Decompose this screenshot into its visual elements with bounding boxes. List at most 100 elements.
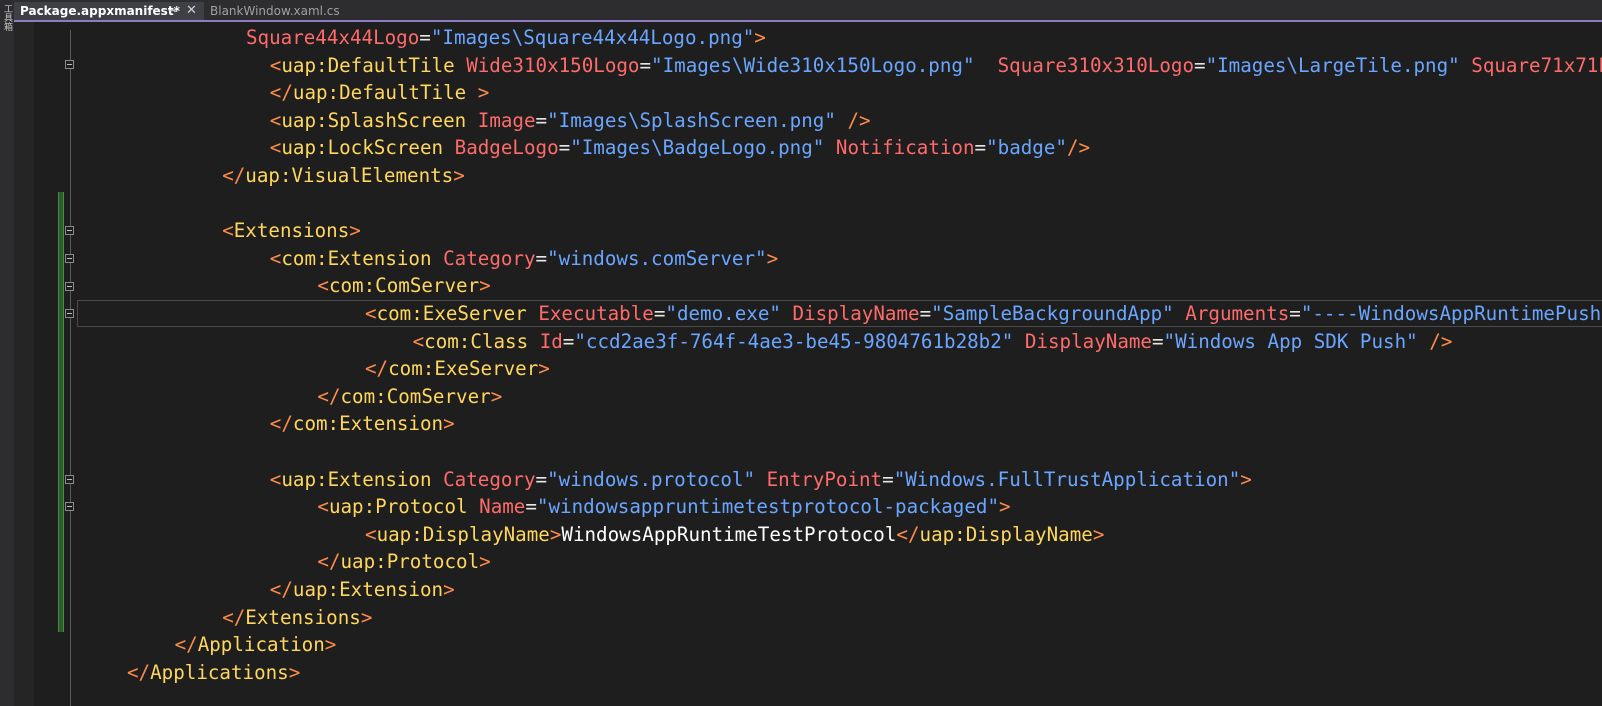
code-line[interactable]: </Extensions> — [222, 604, 372, 632]
xml-punctuation: = — [525, 495, 537, 519]
code-line[interactable]: </uap:DefaultTile > — [270, 79, 490, 107]
code-line[interactable]: </com:ExeServer> — [365, 355, 550, 383]
xml-tag-name: uap:SplashScreen — [281, 108, 467, 132]
xml-bracket: </ — [222, 605, 246, 629]
xml-attribute-value: "windows.protocol" — [547, 467, 756, 491]
code-line[interactable]: <com:Class Id="ccd2ae3f-764f-4ae3-be45-9… — [413, 328, 1453, 356]
xml-attribute-value: "badge" — [986, 136, 1067, 160]
xml-attribute-value: "windows.comServer" — [547, 246, 767, 270]
tab-label: BlankWindow.xaml.cs — [210, 4, 340, 18]
code-line[interactable]: <uap:LockScreen BadgeLogo="Images\BadgeL… — [270, 134, 1090, 162]
close-icon[interactable]: ✕ — [186, 2, 197, 20]
xml-bracket: > — [443, 578, 455, 601]
xml-punctuation — [455, 54, 467, 77]
xml-bracket: </ — [317, 550, 341, 574]
change-tracking-bar — [58, 192, 64, 632]
toolbox-label: 工具箱 — [2, 4, 12, 31]
xml-punctuation — [527, 302, 539, 325]
xml-tag-name: com:ComServer — [340, 384, 491, 408]
collapse-icon[interactable] — [65, 282, 74, 291]
xml-tag-name: Extensions — [245, 605, 361, 629]
code-line[interactable]: <Extensions> — [222, 217, 361, 245]
xml-bracket: /> — [1066, 136, 1091, 160]
xml-bracket: > — [324, 633, 337, 657]
xml-bracket: > — [477, 81, 490, 105]
xml-tag-name: uap:DisplayName — [919, 522, 1093, 546]
xml-bracket: > — [490, 384, 503, 408]
xml-tag-name: uap:Extension — [292, 578, 444, 601]
xml-tag-name: com:ComServer — [328, 274, 480, 298]
code-line[interactable]: <uap:Protocol Name="windowsappruntimetes… — [317, 493, 1010, 521]
code-line[interactable]: <com:Extension Category="windows.comServ… — [270, 245, 778, 273]
xml-bracket: < — [269, 136, 282, 160]
code-line[interactable]: <uap:SplashScreen Image="Images\SplashSc… — [270, 107, 871, 135]
code-line[interactable]: </com:ComServer> — [317, 383, 502, 411]
xml-punctuation: = — [1289, 302, 1301, 325]
xml-attribute-name: Category — [443, 467, 536, 491]
xml-attribute-name: Executable — [538, 302, 654, 325]
xml-punctuation: = — [653, 302, 666, 325]
xml-attribute-name: Notification — [835, 136, 975, 160]
code-line[interactable]: <uap:DisplayName>WindowsAppRuntimeTestPr… — [365, 521, 1104, 549]
collapse-icon[interactable] — [65, 60, 74, 69]
xml-bracket: < — [365, 302, 377, 325]
code-line[interactable]: <uap:Extension Category="windows.protoco… — [270, 466, 1252, 494]
xml-punctuation — [466, 81, 478, 104]
code-editor[interactable]: Square44x44Logo="Images\Square44x44Logo.… — [14, 22, 1602, 706]
collapse-icon[interactable] — [65, 309, 74, 318]
xml-punctuation: = — [1151, 329, 1164, 353]
toolbox-strip[interactable]: 工具箱 — [0, 0, 15, 706]
code-line[interactable]: </Applications> — [127, 659, 300, 687]
xml-bracket: > — [479, 274, 491, 298]
collapse-icon[interactable] — [65, 254, 74, 263]
xml-attribute-name: EntryPoint — [766, 467, 883, 491]
xml-punctuation: = — [558, 136, 571, 160]
xml-bracket: > — [754, 26, 766, 49]
xml-attribute-name: DisplayName — [1024, 329, 1152, 353]
xml-attribute-value: "Images\LargeTile.png" — [1205, 53, 1460, 77]
collapse-icon[interactable] — [65, 226, 74, 235]
code-line[interactable]: <uap:DefaultTile Wide310x150Logo="Images… — [270, 52, 1602, 80]
xml-tag-name: uap:VisualElements — [245, 164, 454, 187]
xml-attribute-name: Id — [539, 329, 563, 353]
xml-bracket: < — [269, 246, 282, 270]
code-line[interactable]: <com:ExeServer Executable="demo.exe" Dis… — [365, 300, 1602, 328]
code-line[interactable]: </Application> — [175, 631, 337, 659]
collapse-icon[interactable] — [65, 502, 74, 511]
xml-bracket: < — [269, 108, 282, 132]
xml-punctuation — [468, 495, 480, 518]
code-line[interactable]: </com:Extension> — [270, 410, 455, 438]
xml-punctuation: = — [419, 26, 431, 49]
xml-punctuation — [975, 54, 998, 77]
code-line[interactable]: Square44x44Logo="Images\Square44x44Logo.… — [246, 24, 766, 52]
xml-tag-name: uap:LockScreen — [281, 136, 444, 160]
tab-blankwindow-xaml-cs[interactable]: BlankWindow.xaml.cs — [204, 2, 376, 20]
xml-punctuation: = — [562, 329, 575, 353]
xml-punctuation: = — [919, 302, 932, 325]
xml-bracket: </ — [174, 633, 198, 657]
xml-attribute-name: Arguments — [1185, 302, 1290, 325]
xml-attribute-name: Square44x44Logo — [246, 26, 420, 49]
xml-bracket: </ — [317, 384, 341, 408]
document-tab-bar: Package.appxmanifest* ⊸ ✕ BlankWindow.xa… — [14, 0, 1602, 22]
xml-punctuation — [1013, 330, 1025, 353]
xml-punctuation — [755, 468, 767, 491]
xml-bracket: </ — [222, 164, 246, 187]
xml-punctuation: = — [535, 246, 548, 270]
xml-punctuation: = — [639, 53, 652, 77]
code-line[interactable]: <com:ComServer> — [317, 272, 490, 300]
xml-bracket: > — [766, 246, 779, 270]
xml-tag-name: uap:DefaultTile — [292, 81, 467, 105]
xml-tag-name: com:Extension — [292, 412, 444, 436]
tab-package-appxmanifest[interactable]: Package.appxmanifest* ⊸ ✕ — [14, 2, 204, 20]
pin-icon[interactable]: ⊸ — [168, 2, 177, 20]
xml-bracket: > — [349, 219, 361, 243]
code-line[interactable]: </uap:Extension> — [270, 576, 455, 604]
xml-punctuation — [1418, 330, 1430, 353]
collapse-icon[interactable] — [65, 475, 74, 484]
xml-tag-name: uap:Protocol — [328, 495, 468, 519]
xml-attribute-value: "Images\Wide310x150Logo.png" — [651, 53, 975, 77]
xml-attribute-value: "Images\SplashScreen.png" — [547, 108, 836, 132]
code-line[interactable]: </uap:VisualElements> — [222, 162, 465, 190]
code-line[interactable]: </uap:Protocol> — [317, 548, 490, 576]
